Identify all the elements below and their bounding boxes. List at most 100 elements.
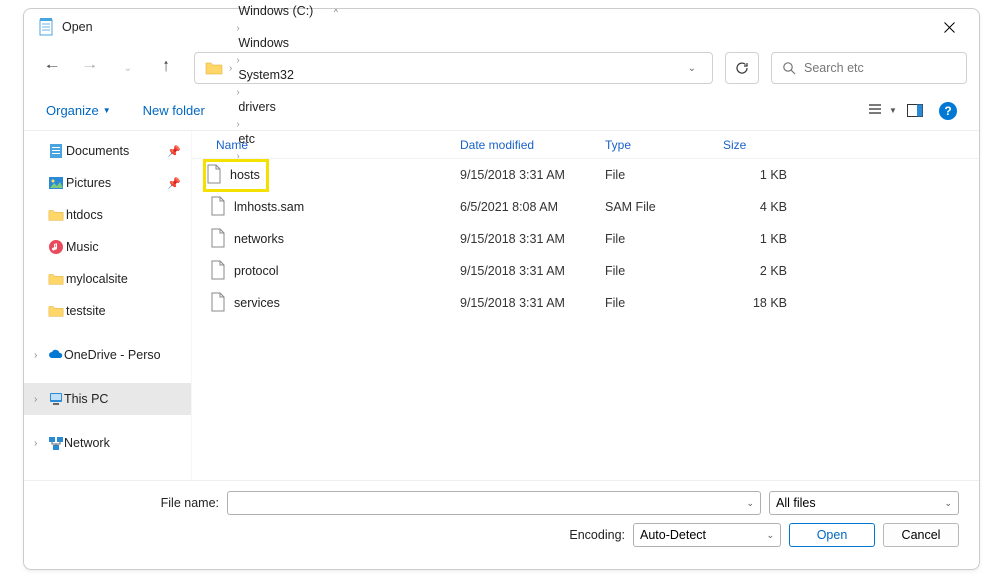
filter-value: All files <box>776 496 816 510</box>
breadcrumb-windows-c-[interactable]: Windows (C:) <box>234 4 317 18</box>
file-row-protocol[interactable]: protocol9/15/2018 3:31 AMFile2 KB <box>192 255 979 287</box>
cell-type: File <box>597 168 715 182</box>
file-icon <box>206 164 222 187</box>
preview-pane-icon <box>907 104 923 117</box>
chevron-right-icon[interactable]: › <box>34 394 37 405</box>
file-list: Name^ Date modified Type Size hosts9/15/… <box>192 131 979 480</box>
cell-type: File <box>597 232 715 246</box>
back-button[interactable]: 🠐 <box>36 52 68 84</box>
close-button[interactable] <box>927 12 971 42</box>
new-folder-button[interactable]: New folder <box>143 103 205 118</box>
encoding-combo[interactable]: Auto-Detect ⌄ <box>633 523 781 547</box>
chevron-down-icon: ⌄ <box>944 498 952 509</box>
cell-size: 1 KB <box>715 168 795 182</box>
column-headers: Name^ Date modified Type Size <box>192 131 979 159</box>
search-input[interactable] <box>804 61 956 75</box>
cell-date: 6/5/2021 8:08 AM <box>452 200 597 214</box>
file-row-hosts[interactable]: hosts9/15/2018 3:31 AMFile1 KB <box>192 159 979 191</box>
search-icon <box>782 61 796 75</box>
sidebar-item-network[interactable]: ›Network <box>24 427 191 459</box>
close-icon <box>944 22 955 33</box>
file-row-networks[interactable]: networks9/15/2018 3:31 AMFile1 KB <box>192 223 979 255</box>
music-icon <box>48 239 64 255</box>
sidebar-item-testsite[interactable]: testsite <box>24 295 191 327</box>
cell-size: 18 KB <box>715 296 795 310</box>
folder-icon <box>48 207 64 223</box>
pic-icon <box>48 175 64 191</box>
pin-icon: 📌 <box>167 145 181 158</box>
chevron-down-icon: ▼ <box>103 106 111 115</box>
encoding-value: Auto-Detect <box>640 528 706 542</box>
chevron-down-icon: ▼ <box>889 106 897 115</box>
chevron-right-icon[interactable]: › <box>34 438 37 449</box>
chevron-right-icon: › <box>234 55 241 66</box>
filter-combo[interactable]: All files ⌄ <box>769 491 959 515</box>
column-date[interactable]: Date modified <box>452 131 597 158</box>
cell-size: 1 KB <box>715 232 795 246</box>
recent-dropdown[interactable]: ⌄ <box>112 52 144 84</box>
column-type[interactable]: Type <box>597 131 715 158</box>
footer: File name: ⌄ All files ⌄ Encoding: Auto-… <box>24 480 979 569</box>
column-size[interactable]: Size <box>715 131 795 158</box>
chevron-down-icon: ⌄ <box>766 530 774 541</box>
file-icon <box>210 292 226 315</box>
chevron-down-icon: ⌄ <box>746 498 754 509</box>
up-button[interactable]: 🠑 <box>150 52 182 84</box>
sidebar-item-pictures[interactable]: Pictures📌 <box>24 167 191 199</box>
filename-label: File name: <box>44 496 219 510</box>
chevron-right-icon: › <box>234 23 241 34</box>
cancel-button[interactable]: Cancel <box>883 523 959 547</box>
encoding-label: Encoding: <box>569 528 625 542</box>
file-icon <box>210 228 226 251</box>
sidebar: Documents📌Pictures📌htdocsMusicmylocalsit… <box>24 131 192 480</box>
cell-size: 2 KB <box>715 264 795 278</box>
open-button[interactable]: Open <box>789 523 875 547</box>
cloud-icon <box>48 347 64 363</box>
refresh-button[interactable] <box>725 52 759 84</box>
view-list-button[interactable]: ▼ <box>869 97 897 125</box>
address-bar[interactable]: › This PC›Windows (C:)›Windows›System32›… <box>194 52 713 84</box>
file-row-services[interactable]: services9/15/2018 3:31 AMFile18 KB <box>192 287 979 319</box>
body: Documents📌Pictures📌htdocsMusicmylocalsit… <box>24 131 979 480</box>
notepad-icon <box>38 18 54 36</box>
cell-name: lmhosts.sam <box>192 196 452 219</box>
cell-size: 4 KB <box>715 200 795 214</box>
sidebar-item-mylocalsite[interactable]: mylocalsite <box>24 263 191 295</box>
cell-name: networks <box>192 228 452 251</box>
refresh-icon <box>735 61 749 75</box>
address-dropdown[interactable]: ⌄ <box>676 63 708 74</box>
pin-icon: 📌 <box>167 177 181 190</box>
sidebar-item-onedrive-perso[interactable]: ›OneDrive - Perso <box>24 339 191 371</box>
sidebar-item-htdocs[interactable]: htdocs <box>24 199 191 231</box>
breadcrumb-system32[interactable]: System32 <box>234 68 317 82</box>
list-icon <box>869 104 886 117</box>
cell-date: 9/15/2018 3:31 AM <box>452 296 597 310</box>
file-row-lmhosts-sam[interactable]: lmhosts.sam6/5/2021 8:08 AMSAM File4 KB <box>192 191 979 223</box>
cell-type: SAM File <box>597 200 715 214</box>
chevron-right-icon: › <box>234 0 241 2</box>
column-name[interactable]: Name^ <box>192 131 452 158</box>
sidebar-item-this-pc[interactable]: ›This PC <box>24 383 191 415</box>
file-icon <box>210 196 226 219</box>
preview-pane-button[interactable] <box>901 97 929 125</box>
cell-name: services <box>192 292 452 315</box>
sidebar-item-music[interactable]: Music <box>24 231 191 263</box>
breadcrumb-windows[interactable]: Windows <box>234 36 317 50</box>
organize-menu[interactable]: Organize▼ <box>46 103 111 118</box>
cell-name: protocol <box>192 260 452 283</box>
doc-icon <box>48 143 64 159</box>
chevron-right-icon[interactable]: › <box>34 350 37 361</box>
sidebar-item-documents[interactable]: Documents📌 <box>24 135 191 167</box>
search-box[interactable] <box>771 52 967 84</box>
cell-name: hosts <box>192 162 452 189</box>
titlebar: Open <box>24 9 979 45</box>
toolbar: Organize▼ New folder ▼ ? <box>24 91 979 131</box>
nav-row: 🠐 🠒 ⌄ 🠑 › This PC›Windows (C:)›Windows›S… <box>24 45 979 91</box>
cell-date: 9/15/2018 3:31 AM <box>452 232 597 246</box>
file-icon <box>210 260 226 283</box>
open-dialog: Open 🠐 🠒 ⌄ 🠑 › This PC›Windows (C:)›Wind… <box>23 8 980 570</box>
help-button[interactable]: ? <box>939 102 957 120</box>
folder-icon <box>205 61 223 75</box>
filename-combo[interactable]: ⌄ <box>227 491 761 515</box>
forward-button[interactable]: 🠒 <box>74 52 106 84</box>
